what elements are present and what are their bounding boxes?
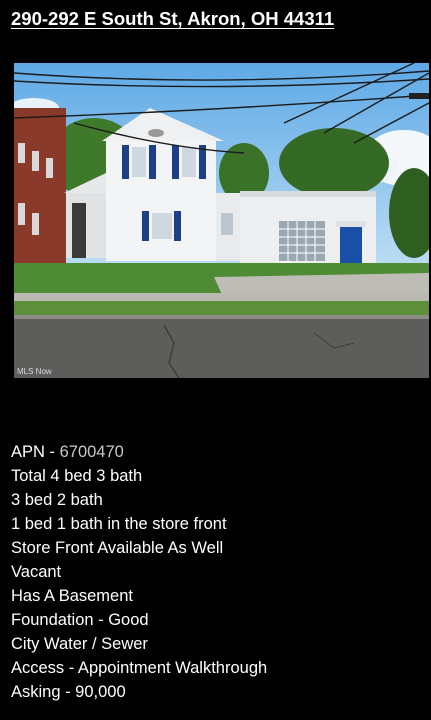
detail-line-basement: Has A Basement [11,587,133,605]
detail-line-access: Access - Appointment Walkthrough [11,659,268,677]
detail-line-store-front: Store Front Available As Well [11,539,224,557]
apn-line: APN - 6700470 [11,440,267,464]
mls-watermark: MLS Now [17,367,52,376]
detail-line-utilities: City Water / Sewer [11,635,148,653]
apn-value[interactable]: 6700470 [60,443,124,461]
detail-line-asking-price: Asking - 90,000 [11,683,126,701]
detail-line-foundation: Foundation - Good [11,611,149,629]
listing-address-title: 290-292 E South St, Akron, OH 44311 [11,8,335,29]
property-photo: MLS Now [14,63,429,378]
listing-details: APN - 6700470 Total 4 bed 3 bath 3 bed 2… [11,440,267,704]
detail-line-unit-b: 1 bed 1 bath in the store front [11,515,227,533]
detail-line-unit-a: 3 bed 2 bath [11,491,103,509]
detail-line-total: Total 4 bed 3 bath [11,467,143,485]
detail-line-vacancy: Vacant [11,563,62,581]
apn-label: APN - [11,443,60,461]
property-photo-illustration [14,63,429,378]
